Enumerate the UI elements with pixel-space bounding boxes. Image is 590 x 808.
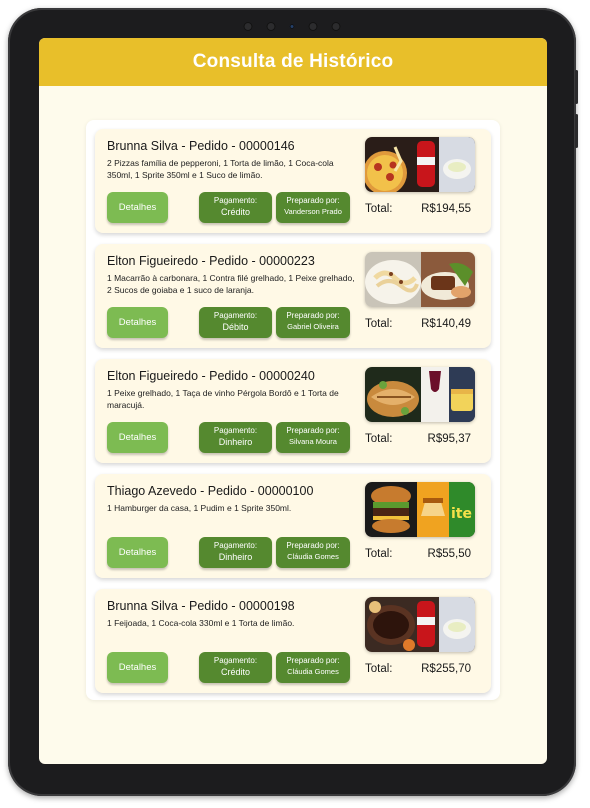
order-total: R$95,37 <box>427 433 471 445</box>
payment-method-badge[interactable]: Pagamento: Dinheiro <box>199 537 272 568</box>
prepared-by-label: Preparado por: <box>286 656 340 665</box>
order-card: Thiago Azevedo - Pedido - 00000100 1 Ham… <box>95 474 491 578</box>
svg-text:ite: ite <box>451 506 472 522</box>
order-card: Elton Figueiredo - Pedido - 00000240 1 P… <box>95 359 491 463</box>
details-button[interactable]: Detalhes <box>107 192 168 223</box>
order-title: Elton Figueiredo - Pedido - 00000223 <box>107 254 315 268</box>
order-title: Brunna Silva - Pedido - 00000146 <box>107 139 295 153</box>
prepared-by-badge[interactable]: Preparado por: Gabriel Oliveira <box>276 307 350 338</box>
sensor-dot <box>266 22 276 31</box>
order-total: R$255,70 <box>421 663 471 675</box>
prepared-by-badge[interactable]: Preparado por: Silvana Moura <box>276 422 350 453</box>
payment-label: Pagamento: <box>213 541 258 550</box>
payment-method-badge[interactable]: Pagamento: Débito <box>199 307 272 338</box>
total-label: Total: <box>365 433 393 445</box>
prepared-by-value: Cláudia Gomes <box>287 667 339 676</box>
payment-label: Pagamento: <box>213 311 258 320</box>
order-card: Elton Figueiredo - Pedido - 00000223 1 M… <box>95 244 491 348</box>
order-total: R$140,49 <box>421 318 471 330</box>
order-title: Elton Figueiredo - Pedido - 00000240 <box>107 369 315 383</box>
payment-value: Débito <box>222 322 249 332</box>
camera-bar <box>243 22 341 31</box>
prepared-by-value: Cláudia Gomes <box>287 552 339 561</box>
payment-label: Pagamento: <box>213 426 258 435</box>
order-photo: ite <box>365 482 475 537</box>
total-label: Total: <box>365 203 393 215</box>
payment-value: Dinheiro <box>218 552 253 562</box>
prepared-by-label: Preparado por: <box>286 541 340 550</box>
details-button[interactable]: Detalhes <box>107 652 168 683</box>
prepared-by-label: Preparado por: <box>286 311 340 320</box>
order-total: R$55,50 <box>427 548 471 560</box>
order-photo <box>365 597 475 652</box>
payment-value: Crédito <box>220 207 250 217</box>
details-button[interactable]: Detalhes <box>107 307 168 338</box>
payment-value: Crédito <box>220 667 250 677</box>
order-history-list: Brunna Silva - Pedido - 00000146 2 Pizza… <box>86 120 500 700</box>
prepared-by-badge[interactable]: Preparado por: Vanderson Prado <box>276 192 350 223</box>
total-label: Total: <box>365 663 393 675</box>
payment-method-badge[interactable]: Pagamento: Dinheiro <box>199 422 272 453</box>
order-description: 1 Macarrão à carbonara, 1 Contra filé gr… <box>107 273 355 295</box>
page-title: Consulta de Histórico <box>192 51 394 72</box>
prepared-by-badge[interactable]: Preparado por: Cláudia Gomes <box>276 652 350 683</box>
camera-lens <box>289 24 295 29</box>
prepared-by-label: Preparado por: <box>286 196 340 205</box>
app-screen: Consulta de Histórico Brunna Silva - Ped… <box>39 38 547 764</box>
volume-down-button <box>575 114 578 148</box>
volume-up-button <box>575 70 578 104</box>
order-card: Brunna Silva - Pedido - 00000198 1 Feijo… <box>95 589 491 693</box>
sensor-dot <box>243 22 253 31</box>
payment-method-badge[interactable]: Pagamento: Crédito <box>199 652 272 683</box>
prepared-by-badge[interactable]: Preparado por: Cláudia Gomes <box>276 537 350 568</box>
order-description: 1 Hamburger da casa, 1 Pudim e 1 Sprite … <box>107 503 292 513</box>
order-photo <box>365 367 475 422</box>
order-photo <box>365 137 475 192</box>
prepared-by-value: Vanderson Prado <box>284 207 342 216</box>
order-photo <box>365 252 475 307</box>
details-button[interactable]: Detalhes <box>107 537 168 568</box>
payment-value: Dinheiro <box>218 437 253 447</box>
payment-label: Pagamento: <box>213 196 258 205</box>
sensor-dot <box>308 22 318 31</box>
payment-label: Pagamento: <box>213 656 258 665</box>
total-label: Total: <box>365 548 393 560</box>
order-description: 2 Pizzas família de pepperoni, 1 Torta d… <box>107 158 334 180</box>
prepared-by-value: Gabriel Oliveira <box>287 322 339 331</box>
order-total: R$194,55 <box>421 203 471 215</box>
sensor-dot <box>331 22 341 31</box>
payment-method-badge[interactable]: Pagamento: Crédito <box>199 192 272 223</box>
screen-header: Consulta de Histórico <box>39 38 547 86</box>
order-title: Thiago Azevedo - Pedido - 00000100 <box>107 484 314 498</box>
order-card: Brunna Silva - Pedido - 00000146 2 Pizza… <box>95 129 491 233</box>
order-title: Brunna Silva - Pedido - 00000198 <box>107 599 295 613</box>
prepared-by-label: Preparado por: <box>286 426 340 435</box>
order-description: 1 Feijoada, 1 Coca-cola 330ml e 1 Torta … <box>107 618 295 628</box>
total-label: Total: <box>365 318 393 330</box>
prepared-by-value: Silvana Moura <box>289 437 337 446</box>
order-description: 1 Peixe grelhado, 1 Taça de vinho Pérgol… <box>107 388 339 410</box>
details-button[interactable]: Detalhes <box>107 422 168 453</box>
